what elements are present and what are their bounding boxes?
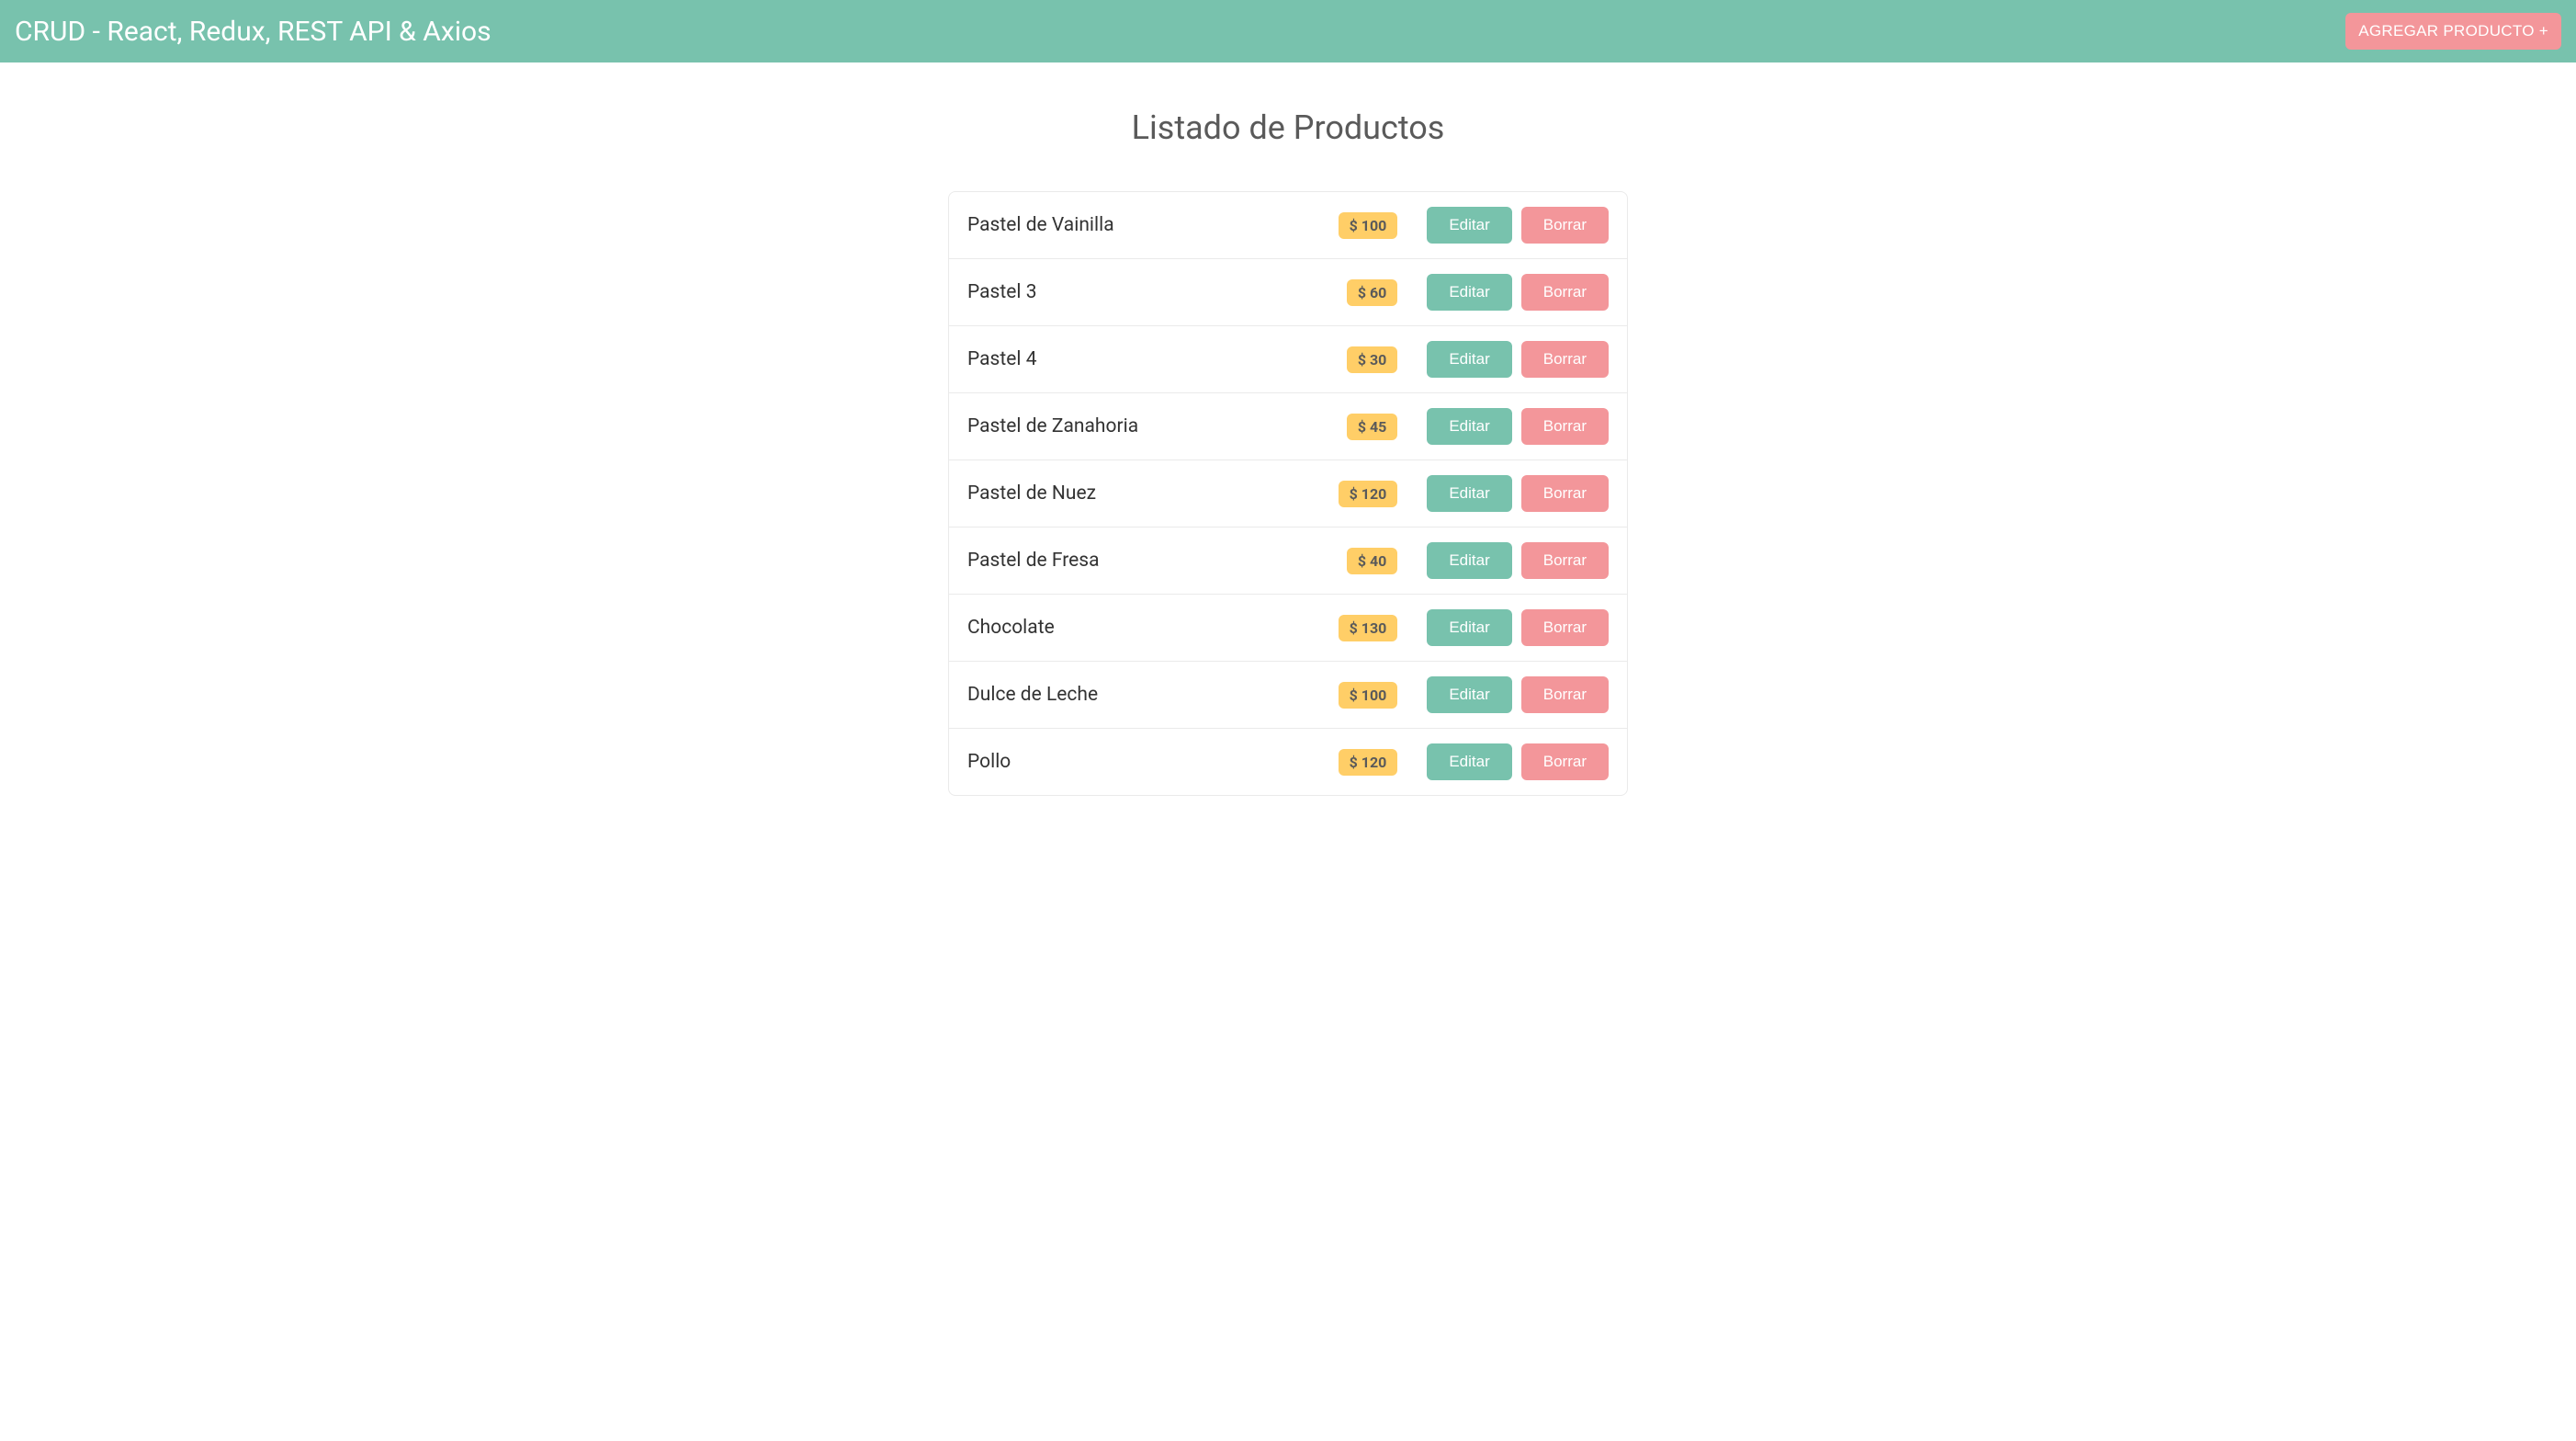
product-name: Pastel 4 xyxy=(967,348,1347,370)
product-name: Chocolate xyxy=(967,617,1339,639)
page-title: Listado de Productos xyxy=(948,108,1628,147)
product-name: Pastel 3 xyxy=(967,281,1347,303)
add-product-button[interactable]: AGREGAR PRODUCTO + xyxy=(2345,13,2561,50)
delete-button[interactable]: Borrar xyxy=(1521,274,1609,311)
product-actions: Editar Borrar xyxy=(1427,408,1609,445)
product-actions: Editar Borrar xyxy=(1427,542,1609,579)
edit-button[interactable]: Editar xyxy=(1427,676,1511,713)
edit-button[interactable]: Editar xyxy=(1427,743,1511,780)
product-actions: Editar Borrar xyxy=(1427,341,1609,378)
product-actions: Editar Borrar xyxy=(1427,207,1609,244)
edit-button[interactable]: Editar xyxy=(1427,274,1511,311)
product-name: Pastel de Vainilla xyxy=(967,214,1339,236)
delete-button[interactable]: Borrar xyxy=(1521,408,1609,445)
product-price-badge: $ 30 xyxy=(1347,346,1398,373)
product-name: Pastel de Nuez xyxy=(967,482,1339,505)
product-price-badge: $ 45 xyxy=(1347,414,1398,440)
product-list: Pastel de Vainilla$ 100EditarBorrarPaste… xyxy=(948,191,1628,796)
product-price-badge: $ 100 xyxy=(1339,212,1398,239)
product-row: Pastel 3$ 60 Editar Borrar xyxy=(949,259,1627,326)
edit-button[interactable]: Editar xyxy=(1427,542,1511,579)
product-row: Pollo$ 120 Editar Borrar xyxy=(949,729,1627,795)
product-actions: Editar Borrar xyxy=(1427,676,1609,713)
delete-button[interactable]: Borrar xyxy=(1521,542,1609,579)
delete-button[interactable]: Borrar xyxy=(1521,743,1609,780)
delete-button[interactable]: Borrar xyxy=(1521,676,1609,713)
edit-button[interactable]: Editar xyxy=(1427,609,1511,646)
product-row: Chocolate$ 130 Editar Borrar xyxy=(949,595,1627,662)
main-container: Listado de Productos Pastel de Vainilla$… xyxy=(930,62,1646,833)
product-row: Pastel de Vainilla$ 100 Editar Borrar xyxy=(949,192,1627,259)
product-actions: Editar Borrar xyxy=(1427,743,1609,780)
product-row: Pastel de Fresa$ 40 Editar Borrar xyxy=(949,528,1627,595)
product-price-badge: $ 60 xyxy=(1347,279,1398,306)
edit-button[interactable]: Editar xyxy=(1427,207,1511,244)
product-row: Pastel de Nuez$ 120 Editar Borrar xyxy=(949,460,1627,528)
delete-button[interactable]: Borrar xyxy=(1521,475,1609,512)
product-actions: Editar Borrar xyxy=(1427,274,1609,311)
product-actions: Editar Borrar xyxy=(1427,609,1609,646)
product-name: Pastel de Zanahoria xyxy=(967,415,1347,437)
delete-button[interactable]: Borrar xyxy=(1521,609,1609,646)
app-header: CRUD - React, Redux, REST API & Axios AG… xyxy=(0,0,2576,62)
edit-button[interactable]: Editar xyxy=(1427,408,1511,445)
product-price-badge: $ 40 xyxy=(1347,548,1398,574)
product-price-badge: $ 130 xyxy=(1339,615,1398,641)
app-title: CRUD - React, Redux, REST API & Axios xyxy=(15,16,491,48)
product-name: Pastel de Fresa xyxy=(967,550,1347,572)
product-price-badge: $ 100 xyxy=(1339,682,1398,709)
product-row: Pastel 4$ 30 Editar Borrar xyxy=(949,326,1627,393)
delete-button[interactable]: Borrar xyxy=(1521,341,1609,378)
delete-button[interactable]: Borrar xyxy=(1521,207,1609,244)
product-actions: Editar Borrar xyxy=(1427,475,1609,512)
product-price-badge: $ 120 xyxy=(1339,749,1398,776)
edit-button[interactable]: Editar xyxy=(1427,341,1511,378)
edit-button[interactable]: Editar xyxy=(1427,475,1511,512)
product-row: Dulce de Leche$ 100 Editar Borrar xyxy=(949,662,1627,729)
product-name: Dulce de Leche xyxy=(967,684,1339,706)
product-row: Pastel de Zanahoria$ 45 Editar Borrar xyxy=(949,393,1627,460)
product-price-badge: $ 120 xyxy=(1339,481,1398,507)
product-name: Pollo xyxy=(967,751,1339,773)
